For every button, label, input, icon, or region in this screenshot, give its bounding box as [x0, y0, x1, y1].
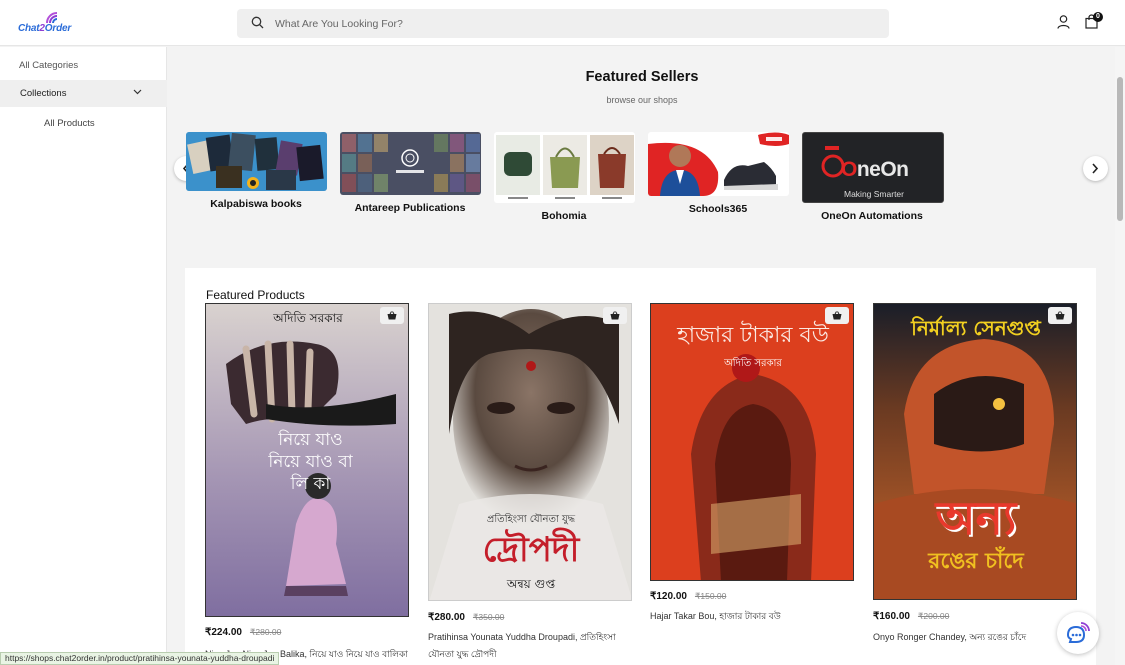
product-price: ₹280.00 ₹350.00: [428, 612, 504, 623]
seller-card-bohomia[interactable]: Bohomia: [494, 132, 644, 224]
seller-banner-oneon: OneOn Making Smarter: [802, 132, 944, 203]
user-account-icon[interactable]: [1057, 15, 1070, 29]
seller-name-oneon[interactable]: OneOn Automations: [792, 210, 952, 222]
search-bar: [237, 9, 889, 38]
product-price: ₹160.00 ₹200.00: [873, 611, 949, 622]
sidebar-collections-label: Collections: [20, 88, 67, 99]
seller-banner-antareep: [340, 132, 481, 195]
category-sidebar: All Categories Collections All Products: [0, 47, 167, 665]
product-name[interactable]: Pratihinsa Younata Yuddha Droupadi, প্রত…: [428, 629, 632, 663]
current-price: ₹160.00: [873, 611, 910, 622]
product-cover-image[interactable]: প্রতিহিংসা যৌনতা যুদ্ধ দ্রৌপদী অন্বয় গু…: [428, 303, 632, 601]
seller-card-oneon[interactable]: OneOn Making Smarter OneOn Automations: [802, 132, 952, 224]
page-scrollbar[interactable]: [1115, 47, 1125, 665]
cover-author: অদিতি সরকার: [724, 358, 782, 369]
chevron-down-icon[interactable]: [133, 89, 142, 95]
add-to-cart-button[interactable]: [380, 307, 404, 324]
add-to-cart-button[interactable]: [1048, 307, 1072, 324]
add-to-cart-button[interactable]: [603, 307, 627, 324]
cover-author: অন্বয় গুপ্ত: [506, 577, 556, 591]
chat2order-logo[interactable]: Chat2Order: [18, 10, 78, 38]
seller-card-schools365[interactable]: Schools365: [648, 132, 798, 217]
seller-banner-schools365: [648, 132, 789, 196]
logo-text-chat: Chat: [18, 23, 40, 34]
cover-title: দ্রৌপদী: [482, 530, 580, 570]
product-cover-image[interactable]: অদিতি সরকার নিয়ে যাও নিয়ে যাও বা লি কা: [205, 303, 409, 617]
seller-banner-kalpabiswa: [186, 132, 327, 191]
chat-bubble-icon: [1066, 622, 1090, 643]
basket-icon: [610, 311, 620, 320]
original-price: ₹150.00: [694, 591, 727, 601]
seller-card-antareep[interactable]: Antareep Publications: [340, 132, 490, 217]
seller-banner-bohomia: [494, 132, 635, 203]
chat-button[interactable]: [1057, 612, 1099, 654]
current-price: ₹120.00: [650, 591, 687, 602]
basket-icon: [832, 311, 842, 320]
search-icon[interactable]: [251, 16, 264, 29]
seller-name-schools365[interactable]: Schools365: [638, 203, 798, 215]
featured-products-title: Featured Products: [206, 288, 305, 302]
product-name[interactable]: Hajar Takar Bou, হাজার টাকার বউ: [650, 608, 854, 625]
search-input[interactable]: [275, 9, 875, 38]
cover-title: নিয়ে যাও নিয়ে যাও বা লি কা: [268, 430, 353, 494]
current-price: ₹224.00: [205, 627, 242, 638]
add-to-cart-button[interactable]: [825, 307, 849, 324]
product-cover-image[interactable]: নির্মাল্য সেনগুপ্ত অন্য রঙের চাঁদে: [873, 303, 1077, 600]
signal-waves-icon: [46, 12, 58, 24]
original-price: ₹280.00: [249, 627, 282, 637]
logo-text-order: Order: [44, 23, 72, 34]
top-header: Chat2Order 0: [0, 0, 1125, 46]
chevron-right-icon: [1092, 163, 1099, 174]
seller-name-antareep[interactable]: Antareep Publications: [330, 202, 490, 214]
scrollbar-thumb[interactable]: [1117, 77, 1123, 221]
cart-count-badge: 0: [1093, 12, 1103, 22]
seller-name-bohomia[interactable]: Bohomia: [484, 210, 644, 222]
cover-author: অদিতি সরকার: [273, 311, 343, 325]
original-price: ₹350.00: [472, 612, 505, 622]
sidebar-item-all-categories[interactable]: All Categories: [19, 60, 78, 71]
oneon-tagline: Making Smarter: [844, 189, 904, 199]
oneon-logo-text: OneOn: [841, 158, 909, 181]
current-price: ₹280.00: [428, 612, 465, 623]
product-cover-image[interactable]: হাজার টাকার বউ অদিতি সরকার: [650, 303, 854, 581]
featured-sellers-subtitle: browse our shops: [606, 95, 678, 105]
product-price: ₹224.00 ₹280.00: [205, 627, 281, 638]
logo-text: Chat2Order: [18, 23, 71, 34]
sidebar-item-all-products[interactable]: All Products: [44, 118, 95, 129]
cover-title-sub: রঙের চাঁদে: [928, 549, 1024, 574]
link-status-bar: https://shops.chat2order.in/product/prat…: [0, 652, 280, 665]
seller-name-kalpabiswa[interactable]: Kalpabiswa books: [176, 198, 336, 210]
cover-title: হাজার টাকার বউ: [677, 323, 829, 348]
oneon-logo-rest: neOn: [856, 158, 909, 181]
product-price: ₹120.00 ₹150.00: [650, 591, 726, 602]
cover-author: নির্মাল্য সেনগুপ্ত: [911, 316, 1041, 340]
basket-icon: [1055, 311, 1065, 320]
product-name[interactable]: Onyo Ronger Chandey, অন্য রঙের চাঁদে: [873, 629, 1077, 646]
basket-icon: [387, 311, 397, 320]
sidebar-item-collections[interactable]: Collections: [0, 80, 167, 107]
carousel-next-button[interactable]: [1083, 156, 1108, 181]
featured-sellers-title: Featured Sellers: [585, 69, 699, 85]
original-price: ₹200.00: [917, 611, 950, 621]
seller-card-kalpabiswa[interactable]: Kalpabiswa books: [186, 132, 336, 217]
